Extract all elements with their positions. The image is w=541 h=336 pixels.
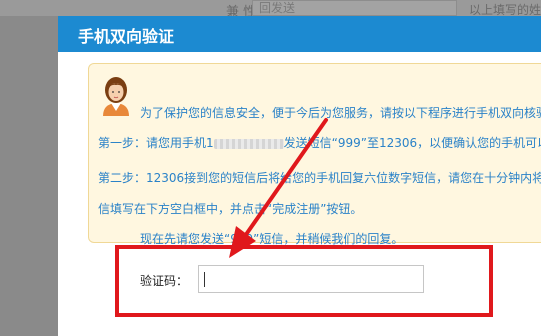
masked-phone-number	[213, 138, 284, 149]
verification-code-input[interactable]	[198, 265, 424, 293]
background-input[interactable]: 回发送	[252, 0, 457, 16]
dialog-header: 手机双向验证	[58, 16, 541, 52]
notice-step-2: 第二步：12306接到您的短信后将给您的手机回复六位数字短信，请您在十分钟内将	[98, 171, 541, 185]
text-caret	[204, 272, 205, 287]
step-1-suffix: 发送短信“999”至12306，以便确认您的手机可以	[283, 136, 541, 150]
dialog-title: 手机双向验证	[78, 27, 175, 46]
notice-intro: 为了保护您的信息安全，便于今后为您服务，请按以下程序进行手机双向核验	[140, 106, 541, 120]
verification-dialog: 手机双向验证 为了保护您的信息安全，便于今后为您服务，请按以下程序进行手机双向核…	[58, 16, 541, 336]
notice-step-2-continued: 信填写在下方空白框中，并点击“完成注册”按钮。	[98, 202, 363, 216]
code-label: 验证码：	[140, 274, 189, 288]
notice-step-1: 第一步：请您用手机1 发送短信“999”至12306，以便确认您的手机可以	[98, 134, 541, 151]
step-1-prefix: 第一步：请您用手机1	[98, 136, 214, 150]
notice-panel: 为了保护您的信息安全，便于今后为您服务，请按以下程序进行手机双向核验 第一步：请…	[88, 63, 541, 246]
female-agent-icon	[103, 77, 129, 116]
